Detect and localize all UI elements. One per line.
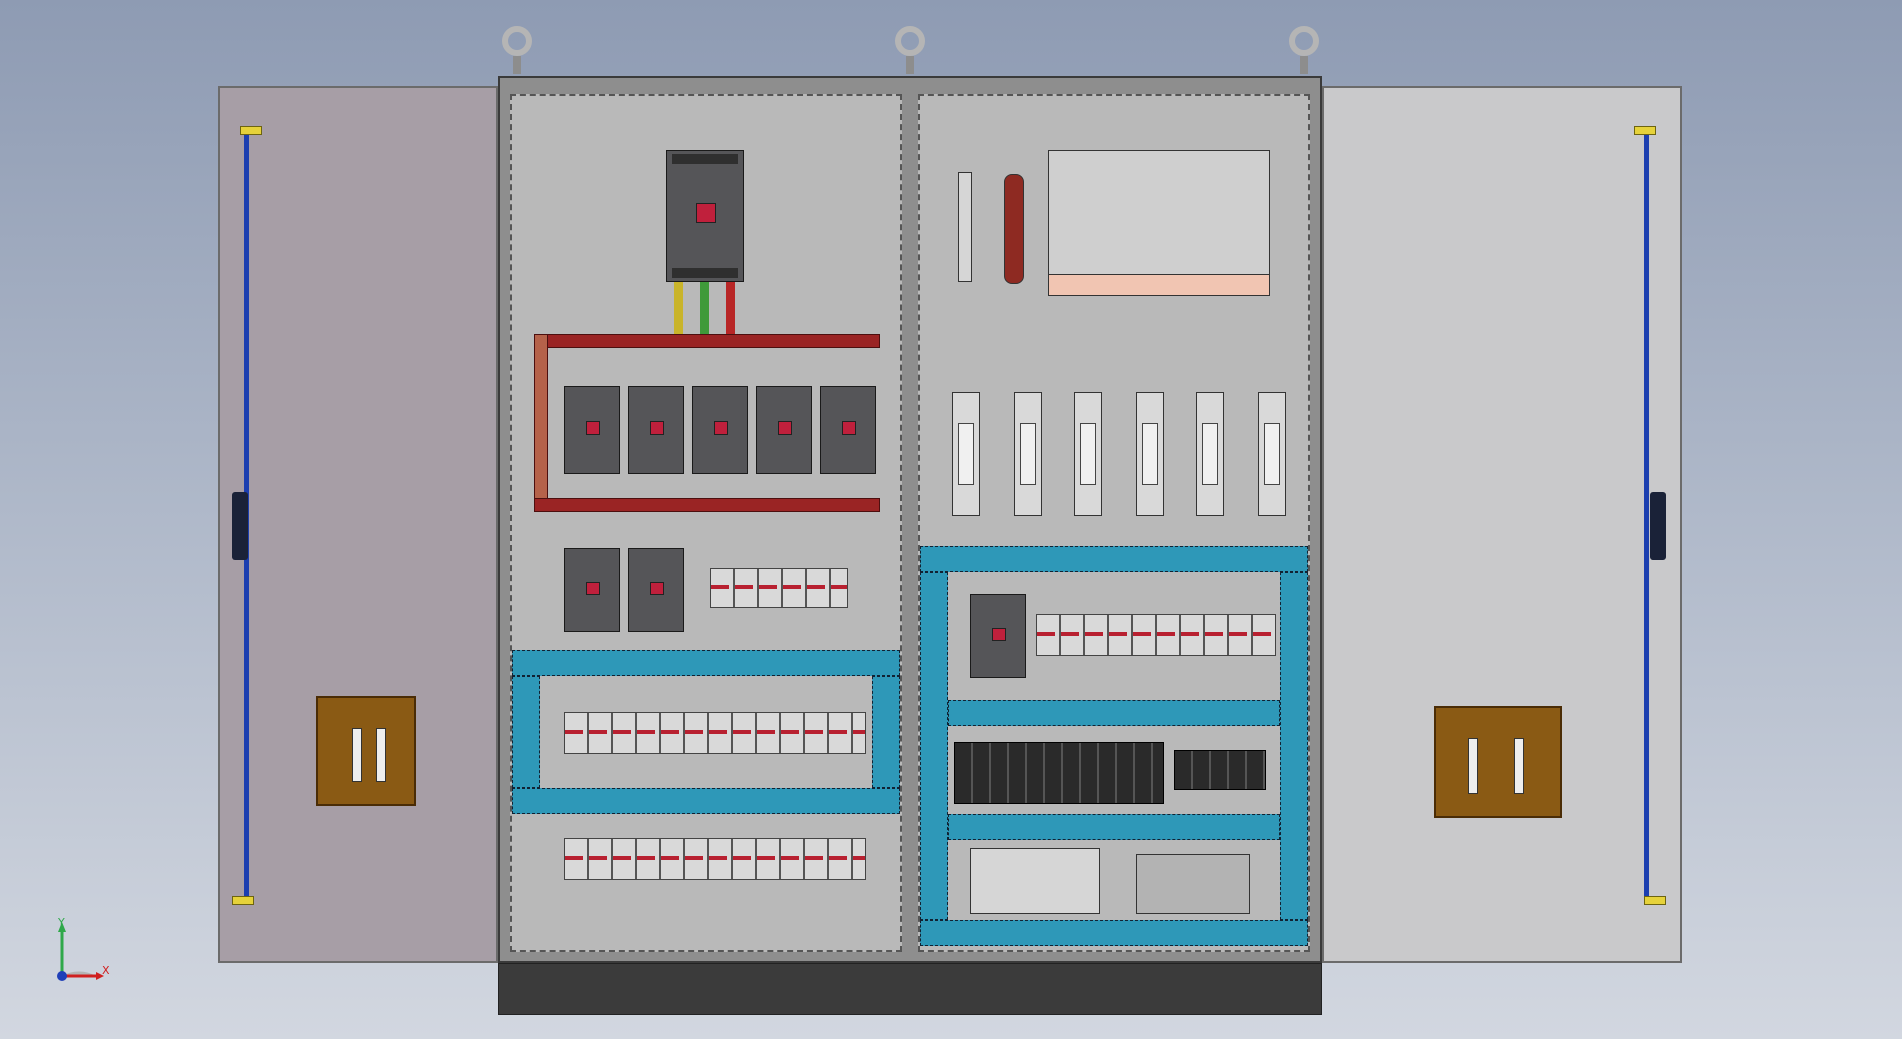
fuse-holder-5[interactable] — [1196, 392, 1224, 516]
fuse-holder-2[interactable] — [1014, 392, 1042, 516]
right-cabinet-door — [1322, 86, 1682, 963]
feeder-breaker-5[interactable] — [820, 386, 876, 474]
transformer-base — [1048, 274, 1270, 296]
main-phase-wire-red — [726, 282, 735, 334]
left-wire-duct-side-right — [872, 676, 900, 788]
fuse-holder-3[interactable] — [1074, 392, 1102, 516]
main-phase-wire-yellow — [674, 282, 683, 334]
ground-bar — [1004, 174, 1024, 284]
right-door-handle[interactable] — [1434, 706, 1562, 818]
busbar-bottom — [534, 498, 880, 512]
feeder-breaker-4[interactable] — [756, 386, 812, 474]
mcb-row-small[interactable] — [710, 568, 848, 608]
right-door-latch[interactable] — [1650, 492, 1666, 560]
right-wire-duct-top — [920, 546, 1308, 572]
main-phase-wire-green — [700, 282, 709, 334]
plc-controller[interactable] — [970, 848, 1100, 914]
right-mounting-plate[interactable] — [918, 94, 1310, 952]
triad-y-label: Y — [58, 916, 65, 929]
main-circuit-breaker[interactable] — [666, 150, 744, 282]
left-cabinet-door — [218, 86, 498, 963]
left-door-handle[interactable] — [316, 696, 416, 806]
right-wire-duct-mid-2 — [948, 814, 1280, 840]
triad-x-label: X — [102, 964, 110, 977]
left-wire-duct-lower — [512, 788, 900, 814]
z-axis-origin — [57, 971, 67, 981]
control-mcb-row[interactable] — [1036, 614, 1276, 656]
cabinet-plinth — [498, 963, 1322, 1015]
left-mounting-plate[interactable] — [510, 94, 902, 952]
relay-bank[interactable] — [954, 742, 1164, 804]
mcb-row-bottom[interactable] — [564, 838, 866, 880]
busbar-left — [534, 334, 548, 512]
fuse-holder-4[interactable] — [1136, 392, 1164, 516]
left-lifting-eye — [502, 26, 532, 56]
right-wire-duct-bottom — [920, 920, 1308, 946]
right-rod-bottom-cap — [1644, 896, 1666, 905]
feeder-breaker-2[interactable] — [628, 386, 684, 474]
feeder-breaker-3[interactable] — [692, 386, 748, 474]
right-rod-top-cap — [1634, 126, 1656, 135]
feeder-breaker-1[interactable] — [564, 386, 620, 474]
right-door-locking-rod — [1644, 130, 1649, 900]
right-lifting-eye — [1289, 26, 1319, 56]
left-wire-duct-upper — [512, 650, 900, 676]
control-breaker[interactable] — [970, 594, 1026, 678]
left-door-latch[interactable] — [232, 492, 248, 560]
left-rod-bottom-cap — [232, 896, 254, 905]
right-wire-duct-left — [920, 572, 948, 920]
left-rod-top-cap — [240, 126, 262, 135]
feeder-breaker-7[interactable] — [628, 548, 684, 632]
terminal-strip — [958, 172, 972, 282]
left-wire-duct-side-left — [512, 676, 540, 788]
mcb-row-middle[interactable] — [564, 712, 866, 754]
center-lifting-eye-stem — [906, 56, 914, 74]
right-wire-duct-mid-1 — [948, 700, 1280, 726]
busbar-top — [534, 334, 880, 348]
fuse-holder-6[interactable] — [1258, 392, 1286, 516]
center-lifting-eye — [895, 26, 925, 56]
transformer-bracket[interactable] — [1048, 150, 1270, 278]
left-lifting-eye-stem — [513, 56, 521, 74]
power-supply-unit[interactable] — [1136, 854, 1250, 914]
cad-viewport[interactable]: Y X — [0, 0, 1902, 1039]
fuse-holder-1[interactable] — [952, 392, 980, 516]
right-wire-duct-right — [1280, 572, 1308, 920]
feeder-breaker-6[interactable] — [564, 548, 620, 632]
right-lifting-eye-stem — [1300, 56, 1308, 74]
terminal-block-bank[interactable] — [1174, 750, 1266, 790]
